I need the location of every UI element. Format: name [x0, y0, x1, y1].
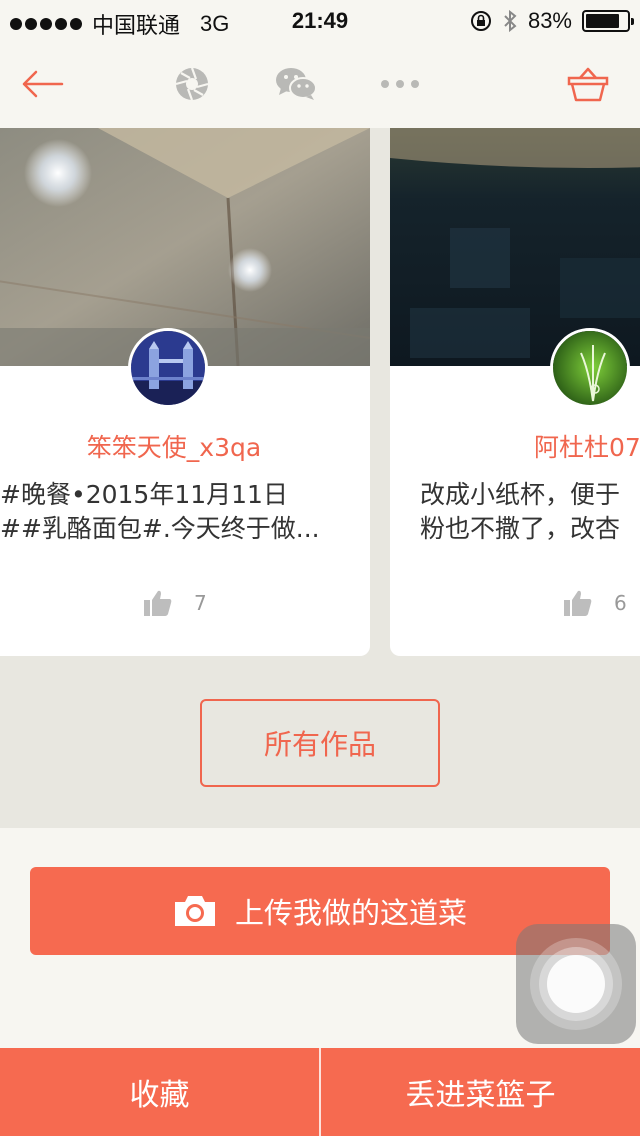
upload-label: 上传我做的这道菜	[234, 896, 467, 930]
arrow-left-icon	[22, 70, 64, 98]
author-avatar[interactable]	[128, 328, 208, 408]
like-button[interactable]: 6	[564, 590, 627, 616]
like-button[interactable]: 7	[144, 590, 207, 616]
share-moments-button[interactable]	[166, 58, 218, 110]
nav-bar	[0, 40, 640, 128]
battery-icon	[582, 10, 634, 32]
description-line: 改成小纸杯，便于	[420, 480, 621, 509]
work-card[interactable]: 阿杜杜07 改成小纸杯，便于 粉也不撒了，改杏 6	[390, 128, 640, 656]
like-count: 7	[194, 591, 207, 615]
work-photo	[0, 128, 370, 366]
author-name[interactable]: 笨笨天使_x3qa	[0, 428, 370, 464]
description-line: 粉也不撒了，改杏	[420, 514, 621, 543]
basket-button[interactable]	[562, 58, 614, 110]
status-bar: 中国联通 3G 21:49 83%	[0, 0, 640, 40]
rotation-lock-icon	[470, 11, 491, 31]
thumbs-up-icon	[564, 590, 592, 616]
author-name[interactable]: 阿杜杜07	[534, 428, 640, 464]
work-card[interactable]: 笨笨天使_x3qa #晚餐•2015年11月11日 ##乳酪面包#.今天终于做.…	[0, 128, 370, 656]
description-line: #晚餐•2015年11月11日	[0, 480, 288, 509]
assistive-touch-button[interactable]	[516, 924, 636, 1044]
basket-icon	[567, 67, 609, 102]
bottom-action-bar: 收藏 丢进菜篮子	[0, 1048, 640, 1136]
battery-percent: 83%	[527, 8, 572, 33]
avatar-image	[553, 331, 627, 405]
works-carousel[interactable]: 笨笨天使_x3qa #晚餐•2015年11月11日 ##乳酪面包#.今天终于做.…	[0, 128, 640, 828]
wechat-icon	[276, 68, 317, 100]
battery-fill	[586, 14, 620, 28]
aperture-icon	[175, 67, 209, 101]
avatar-image	[131, 331, 205, 405]
more-dots-icon	[381, 80, 419, 88]
thumbs-up-icon	[144, 590, 172, 616]
favorite-button[interactable]: 收藏	[0, 1048, 319, 1136]
all-works-button[interactable]: 所有作品	[200, 699, 440, 787]
camera-icon	[174, 896, 215, 926]
description-line: ##乳酪面包#.今天终于做...	[0, 514, 320, 543]
more-button[interactable]	[374, 58, 426, 110]
bluetooth-icon	[504, 9, 517, 33]
status-right: 83%	[470, 8, 634, 34]
author-avatar[interactable]	[550, 328, 630, 408]
like-count: 6	[614, 591, 627, 615]
add-to-basket-button[interactable]: 丢进菜篮子	[321, 1048, 640, 1136]
back-button[interactable]	[16, 58, 68, 110]
share-wechat-button[interactable]	[270, 58, 322, 110]
work-description: 改成小纸杯，便于 粉也不撒了，改杏	[420, 478, 640, 546]
work-description: #晚餐•2015年11月11日 ##乳酪面包#.今天终于做...	[0, 478, 360, 546]
